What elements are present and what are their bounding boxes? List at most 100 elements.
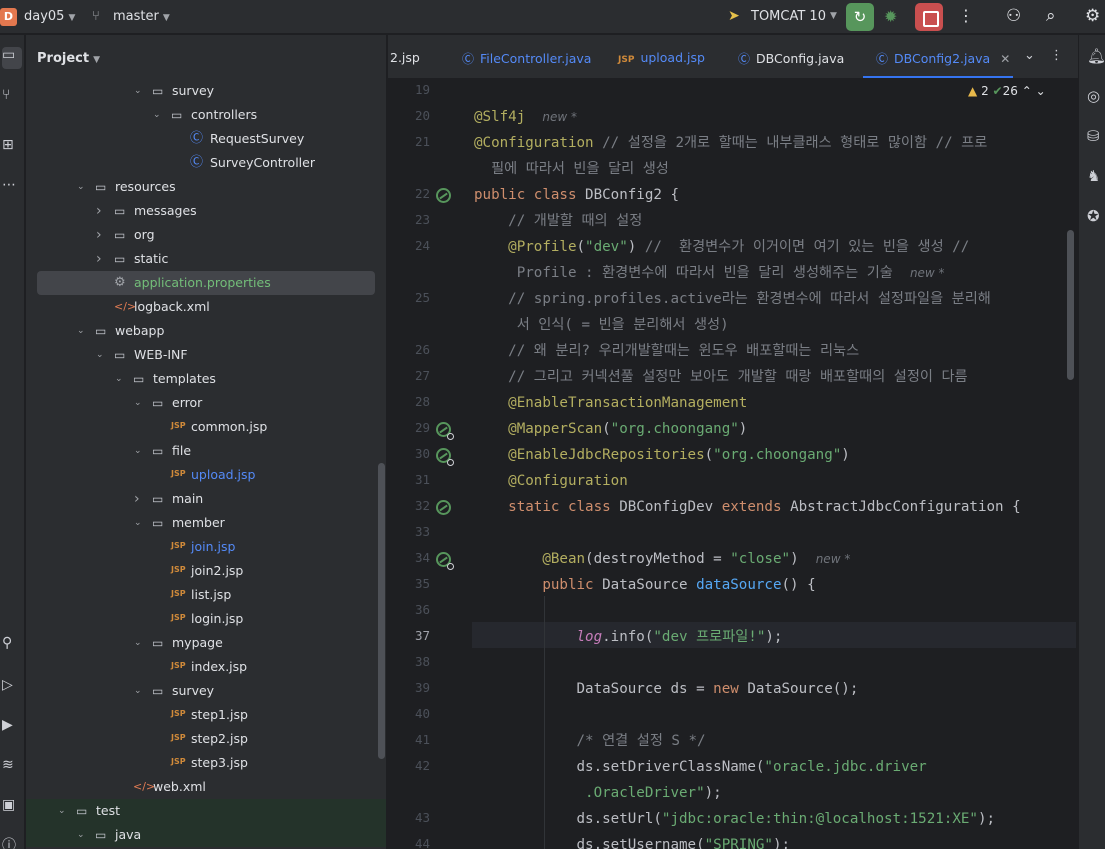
tree-item-list-jsp[interactable]: JSP list.jsp bbox=[26, 583, 386, 607]
tree-item-join2-jsp[interactable]: JSP join2.jsp bbox=[26, 559, 386, 583]
commit-tool-icon[interactable]: ⑂ bbox=[2, 87, 10, 103]
tree-item-file[interactable]: ⌄ ▭ file bbox=[26, 439, 386, 463]
chevron-right-icon[interactable]: › bbox=[96, 247, 102, 271]
tab-filecontroller-java[interactable]: Ⓒ FileController.java bbox=[462, 50, 591, 67]
project-selector[interactable]: day05 ▼ bbox=[24, 9, 75, 24]
chevron-down-icon[interactable]: ⌄ bbox=[134, 631, 142, 655]
tree-item-webapp[interactable]: ⌄ ▭ webapp bbox=[26, 319, 386, 343]
tree-item-error[interactable]: ⌄ ▭ error bbox=[26, 391, 386, 415]
tree-item-survey[interactable]: ⌄ ▭ survey bbox=[26, 679, 386, 703]
tab-more-icon[interactable]: ⋮ bbox=[1050, 48, 1063, 63]
chevron-down-icon[interactable]: ⌄ bbox=[134, 439, 142, 463]
editor-scrollbar[interactable] bbox=[1067, 230, 1074, 380]
tree-item-logback-xml[interactable]: </> logback.xml bbox=[26, 295, 386, 319]
services-tool-icon[interactable]: ▶ bbox=[2, 717, 13, 733]
chevron-right-icon[interactable]: › bbox=[96, 199, 102, 223]
structure-tool-icon[interactable]: ⊞ bbox=[2, 137, 14, 153]
tab-dbconfig2-java[interactable]: Ⓒ DBConfig2.java ✕ bbox=[876, 50, 1010, 67]
tree-item-step3-jsp[interactable]: JSP step3.jsp bbox=[26, 751, 386, 775]
tree-item-web-inf[interactable]: ⌄ ▭ WEB-INF bbox=[26, 343, 386, 367]
spring-bean-gutter-icon[interactable] bbox=[436, 188, 451, 203]
spring-bean-gutter-icon[interactable] bbox=[436, 500, 451, 515]
tree-item-test[interactable]: ⌄ ▭ test bbox=[26, 799, 386, 823]
tree-item-org[interactable]: › ▭ org bbox=[26, 223, 386, 247]
code-line: // spring.profiles.active라는 환경변수에 따라서 설정… bbox=[474, 286, 991, 312]
close-tab-icon[interactable]: ✕ bbox=[1000, 52, 1010, 66]
chevron-down-icon[interactable]: ⌄ bbox=[134, 679, 142, 703]
spring-bean-gutter-icon[interactable] bbox=[436, 552, 454, 570]
tree-item-controllers[interactable]: ⌄ ▭ controllers bbox=[26, 103, 386, 127]
tree-item-member[interactable]: ⌄ ▭ member bbox=[26, 511, 386, 535]
project-badge[interactable]: D bbox=[0, 8, 17, 26]
tree-item-java[interactable]: ⌄ ▭ java bbox=[26, 823, 386, 847]
chevron-down-icon[interactable]: ⌄ bbox=[77, 175, 85, 199]
rerun-button[interactable]: ↻ bbox=[846, 3, 874, 31]
chevron-down-icon[interactable]: ⌄ bbox=[96, 343, 104, 367]
endpoints-tool-icon[interactable]: ⚲ bbox=[2, 635, 12, 651]
chevron-down-icon[interactable]: ⌄ bbox=[134, 391, 142, 415]
tab-dbconfig-java[interactable]: Ⓒ DBConfig.java bbox=[738, 50, 844, 67]
active-tab-indicator bbox=[863, 76, 1013, 78]
spring-bean-gutter-icon[interactable] bbox=[436, 448, 454, 466]
tree-item-upload-jsp[interactable]: JSP upload.jsp bbox=[26, 463, 386, 487]
tree-item-messages[interactable]: › ▭ messages bbox=[26, 199, 386, 223]
tree-item-step2-jsp[interactable]: JSP step2.jsp bbox=[26, 727, 386, 751]
chevron-down-icon[interactable]: ⌄ bbox=[153, 103, 161, 127]
chevron-down-icon[interactable]: ⌄ bbox=[134, 511, 142, 535]
next-highlight-icon[interactable]: ⌄ bbox=[1036, 84, 1046, 98]
tab-2-jsp[interactable]: 2.jsp bbox=[390, 50, 420, 65]
terminal-tool-icon[interactable]: ▣ bbox=[2, 797, 15, 813]
tree-item-step1-jsp[interactable]: JSP step1.jsp bbox=[26, 703, 386, 727]
settings-gear-icon[interactable]: ⚙ bbox=[1085, 6, 1100, 26]
tree-item-templates[interactable]: ⌄ ▭ templates bbox=[26, 367, 386, 391]
code-token: ); bbox=[977, 811, 996, 827]
chevron-down-icon[interactable]: ⌄ bbox=[58, 799, 66, 823]
folder-icon: ▭ bbox=[171, 108, 183, 122]
search-icon[interactable]: ⌕ bbox=[1046, 6, 1056, 26]
project-tool-icon[interactable]: ▭ bbox=[2, 47, 22, 69]
add-user-icon[interactable]: ⚇ bbox=[1006, 6, 1021, 26]
gradle-icon[interactable]: ♞ bbox=[1087, 167, 1100, 185]
tree-item-login-jsp[interactable]: JSP login.jsp bbox=[26, 607, 386, 631]
run-configuration-selector[interactable]: ➤ TOMCAT 10 ▼ bbox=[728, 8, 837, 24]
tree-item-survey[interactable]: ⌄ ▭ survey bbox=[26, 79, 386, 103]
chevron-down-icon[interactable]: ⌄ bbox=[115, 367, 123, 391]
chevron-down-icon[interactable]: ⌄ bbox=[77, 823, 85, 847]
debug-icon[interactable]: ✹ bbox=[884, 7, 897, 26]
code-editor[interactable]: 19 20 21 22 23 24 25 26 27 28 29 30 31 32 33 34 35 36 37 38… bbox=[388, 80, 1078, 849]
tree-item-requestsurvey[interactable]: Ⓒ RequestSurvey bbox=[26, 127, 386, 151]
tree-item-index-jsp[interactable]: JSP index.jsp bbox=[26, 655, 386, 679]
inspection-widget[interactable]: ▲ 2 ✔26 ⌃ ⌄ bbox=[968, 84, 1046, 98]
project-panel-title[interactable]: Project ▼ bbox=[37, 51, 100, 66]
tree-item-common-jsp[interactable]: JSP common.jsp bbox=[26, 415, 386, 439]
previous-highlight-icon[interactable]: ⌃ bbox=[1022, 84, 1032, 98]
tree-item-static[interactable]: › ▭ static bbox=[26, 247, 386, 271]
notifications-icon[interactable]: 🔔︎ bbox=[1087, 47, 1105, 65]
stop-button[interactable] bbox=[915, 3, 943, 31]
tree-item-web-xml[interactable]: </> web.xml bbox=[26, 775, 386, 799]
chevron-down-icon[interactable]: ⌄ bbox=[134, 79, 142, 103]
database-icon[interactable]: ⛁ bbox=[1087, 127, 1100, 145]
layers-tool-icon[interactable]: ≋ bbox=[2, 757, 14, 773]
python-console-icon[interactable]: ✪ bbox=[1087, 207, 1100, 225]
project-scrollbar[interactable] bbox=[378, 463, 385, 759]
tree-item-join-jsp[interactable]: JSP join.jsp bbox=[26, 535, 386, 559]
tree-item-resources[interactable]: ⌄ ▭ resources bbox=[26, 175, 386, 199]
tree-item-application-properties[interactable]: ⚙ application.properties bbox=[37, 271, 375, 295]
run-tool-icon[interactable]: ▷ bbox=[2, 677, 13, 693]
more-tools-icon[interactable]: ⋯ bbox=[2, 177, 16, 193]
tab-upload-jsp[interactable]: JSP upload.jsp bbox=[618, 50, 705, 65]
tree-item-main[interactable]: › ▭ main bbox=[26, 487, 386, 511]
line-number: 41 bbox=[414, 732, 430, 747]
tree-item-mypage[interactable]: ⌄ ▭ mypage bbox=[26, 631, 386, 655]
tab-list-chevron-icon[interactable]: ⌄ bbox=[1024, 48, 1035, 63]
problems-tool-icon[interactable]: ⓘ bbox=[2, 835, 16, 849]
spring-bean-gutter-icon[interactable] bbox=[436, 422, 454, 440]
ai-assistant-icon[interactable]: ◎ bbox=[1087, 87, 1100, 105]
chevron-down-icon[interactable]: ⌄ bbox=[77, 319, 85, 343]
branch-selector[interactable]: master ▼ bbox=[113, 9, 170, 24]
chevron-right-icon[interactable]: › bbox=[134, 487, 140, 511]
chevron-right-icon[interactable]: › bbox=[96, 223, 102, 247]
more-actions-icon[interactable]: ⋮ bbox=[958, 6, 974, 25]
tree-item-surveycontroller[interactable]: Ⓒ SurveyController bbox=[26, 151, 386, 175]
